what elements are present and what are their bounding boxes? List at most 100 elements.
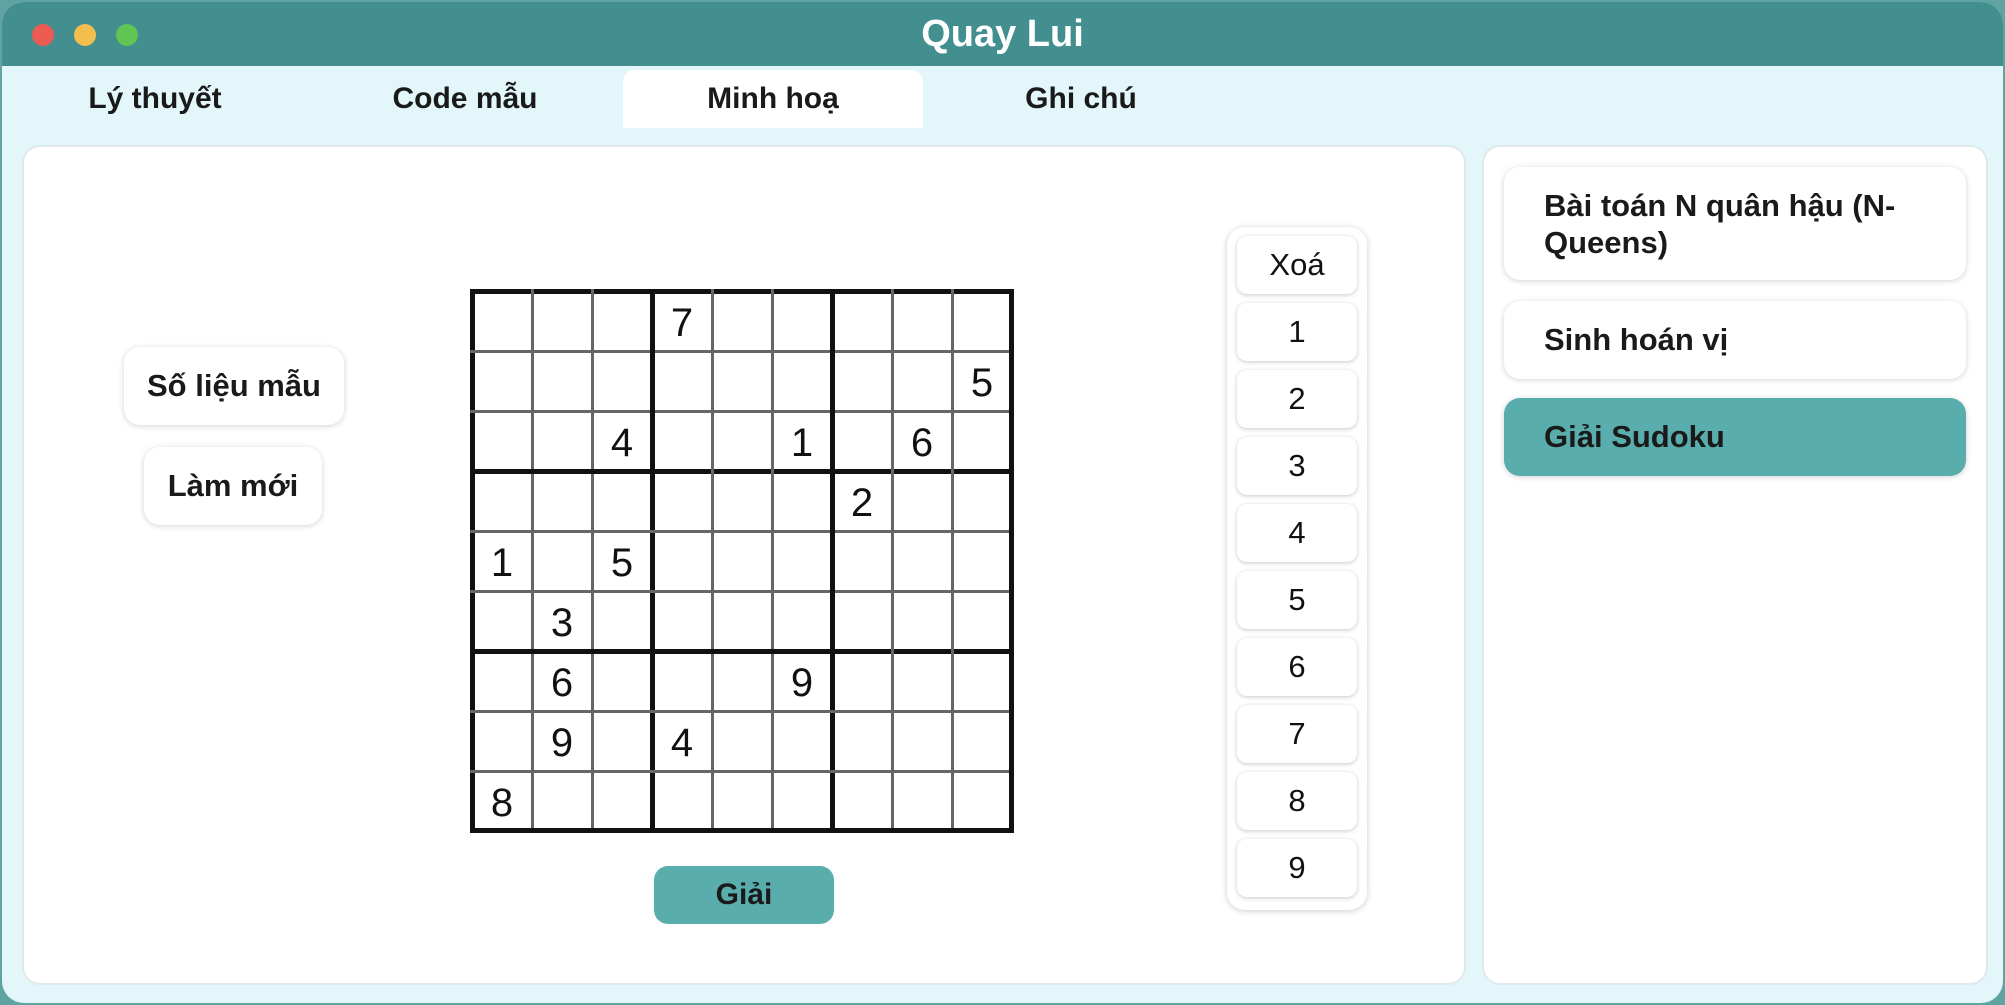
sudoku-cell[interactable]: 2: [832, 471, 892, 531]
sudoku-cell[interactable]: [892, 771, 952, 831]
sudoku-cell[interactable]: [952, 471, 1012, 531]
digit-key-3[interactable]: 3: [1237, 437, 1357, 495]
sudoku-cell[interactable]: [712, 771, 772, 831]
sudoku-cell[interactable]: [892, 291, 952, 351]
sudoku-cell[interactable]: [952, 651, 1012, 711]
tab-ghi-chu[interactable]: Ghi chú: [931, 70, 1231, 128]
digit-key-9[interactable]: 9: [1237, 839, 1357, 897]
digit-key-1[interactable]: 1: [1237, 303, 1357, 361]
sudoku-cell[interactable]: [652, 591, 712, 651]
sudoku-cell[interactable]: [712, 711, 772, 771]
sudoku-cell[interactable]: [892, 351, 952, 411]
sudoku-cell[interactable]: [472, 471, 532, 531]
sudoku-cell[interactable]: [532, 771, 592, 831]
sudoku-cell[interactable]: 1: [772, 411, 832, 471]
sudoku-cell[interactable]: [472, 591, 532, 651]
sudoku-cell[interactable]: [832, 591, 892, 651]
sudoku-cell[interactable]: [652, 531, 712, 591]
sudoku-cell[interactable]: [712, 471, 772, 531]
sudoku-cell[interactable]: 4: [592, 411, 652, 471]
sudoku-cell[interactable]: [652, 411, 712, 471]
sudoku-cell[interactable]: [592, 711, 652, 771]
sudoku-cell[interactable]: [952, 591, 1012, 651]
sample-data-button[interactable]: Số liệu mẫu: [124, 347, 344, 425]
digit-key-7[interactable]: 7: [1237, 705, 1357, 763]
digit-key-4[interactable]: 4: [1237, 504, 1357, 562]
sudoku-cell[interactable]: [652, 771, 712, 831]
digit-key-8[interactable]: 8: [1237, 772, 1357, 830]
sudoku-cell[interactable]: [892, 711, 952, 771]
sudoku-cell[interactable]: [772, 711, 832, 771]
sudoku-cell[interactable]: [772, 771, 832, 831]
sudoku-cell[interactable]: [592, 471, 652, 531]
sudoku-cell[interactable]: [472, 711, 532, 771]
sudoku-cell[interactable]: 9: [532, 711, 592, 771]
digit-key-2[interactable]: 2: [1237, 370, 1357, 428]
sudoku-cell[interactable]: [832, 291, 892, 351]
sudoku-cell[interactable]: [832, 531, 892, 591]
sudoku-cell[interactable]: [772, 591, 832, 651]
sudoku-cell[interactable]: [892, 651, 952, 711]
sudoku-cell[interactable]: [712, 411, 772, 471]
sudoku-cell[interactable]: [772, 471, 832, 531]
sudoku-cell[interactable]: 8: [472, 771, 532, 831]
sudoku-cell[interactable]: [652, 471, 712, 531]
sudoku-cell[interactable]: [592, 771, 652, 831]
solve-button[interactable]: Giải: [654, 866, 834, 924]
sudoku-cell[interactable]: [652, 651, 712, 711]
sudoku-cell[interactable]: [532, 411, 592, 471]
digit-key-6[interactable]: 6: [1237, 638, 1357, 696]
sudoku-cell[interactable]: 5: [592, 531, 652, 591]
clear-key[interactable]: Xoá: [1237, 236, 1357, 294]
sudoku-cell[interactable]: 5: [952, 351, 1012, 411]
sudoku-cell[interactable]: [592, 351, 652, 411]
reset-button[interactable]: Làm mới: [144, 447, 322, 525]
sudoku-cell[interactable]: [712, 291, 772, 351]
sudoku-cell[interactable]: [532, 471, 592, 531]
sudoku-cell[interactable]: [532, 291, 592, 351]
digit-key-5[interactable]: 5: [1237, 571, 1357, 629]
tab-ly-thuyet[interactable]: Lý thuyết: [5, 70, 305, 128]
sudoku-cell[interactable]: [472, 291, 532, 351]
sudoku-cell[interactable]: [472, 351, 532, 411]
sudoku-cell[interactable]: [712, 351, 772, 411]
sudoku-cell[interactable]: [832, 351, 892, 411]
sudoku-cell[interactable]: [472, 411, 532, 471]
sudoku-cell[interactable]: [952, 291, 1012, 351]
sudoku-cell[interactable]: 7: [652, 291, 712, 351]
sudoku-cell[interactable]: [772, 531, 832, 591]
tab-minh-hoa[interactable]: Minh hoạ: [623, 70, 923, 128]
sudoku-cell[interactable]: [592, 591, 652, 651]
sudoku-cell[interactable]: [532, 351, 592, 411]
sudoku-cell[interactable]: 3: [532, 591, 592, 651]
sudoku-cell[interactable]: [772, 291, 832, 351]
sudoku-cell[interactable]: [952, 711, 1012, 771]
tab-code-mau[interactable]: Code mẫu: [315, 70, 615, 128]
sudoku-cell[interactable]: [712, 651, 772, 711]
sudoku-cell[interactable]: [832, 651, 892, 711]
sudoku-cell[interactable]: 4: [652, 711, 712, 771]
sudoku-cell[interactable]: [952, 771, 1012, 831]
sudoku-cell[interactable]: [712, 531, 772, 591]
sudoku-cell[interactable]: 1: [472, 531, 532, 591]
sudoku-cell[interactable]: [952, 411, 1012, 471]
sudoku-cell[interactable]: [772, 351, 832, 411]
sudoku-cell[interactable]: 9: [772, 651, 832, 711]
sidebar-item-permutations[interactable]: Sinh hoán vị: [1504, 301, 1966, 379]
sudoku-cell[interactable]: [892, 471, 952, 531]
sudoku-cell[interactable]: 6: [532, 651, 592, 711]
sudoku-cell[interactable]: [892, 591, 952, 651]
sudoku-cell[interactable]: [592, 651, 652, 711]
sudoku-cell[interactable]: [832, 411, 892, 471]
sudoku-cell[interactable]: [832, 771, 892, 831]
sudoku-cell[interactable]: [892, 531, 952, 591]
sudoku-cell[interactable]: [832, 711, 892, 771]
sudoku-cell[interactable]: [472, 651, 532, 711]
sidebar-item-sudoku[interactable]: Giải Sudoku: [1504, 398, 1966, 476]
sudoku-cell[interactable]: [592, 291, 652, 351]
sudoku-cell[interactable]: [952, 531, 1012, 591]
sudoku-cell[interactable]: [532, 531, 592, 591]
sidebar-item-n-queens[interactable]: Bài toán N quân hậu (N-Queens): [1504, 167, 1966, 280]
sudoku-cell[interactable]: [712, 591, 772, 651]
sudoku-cell[interactable]: 6: [892, 411, 952, 471]
